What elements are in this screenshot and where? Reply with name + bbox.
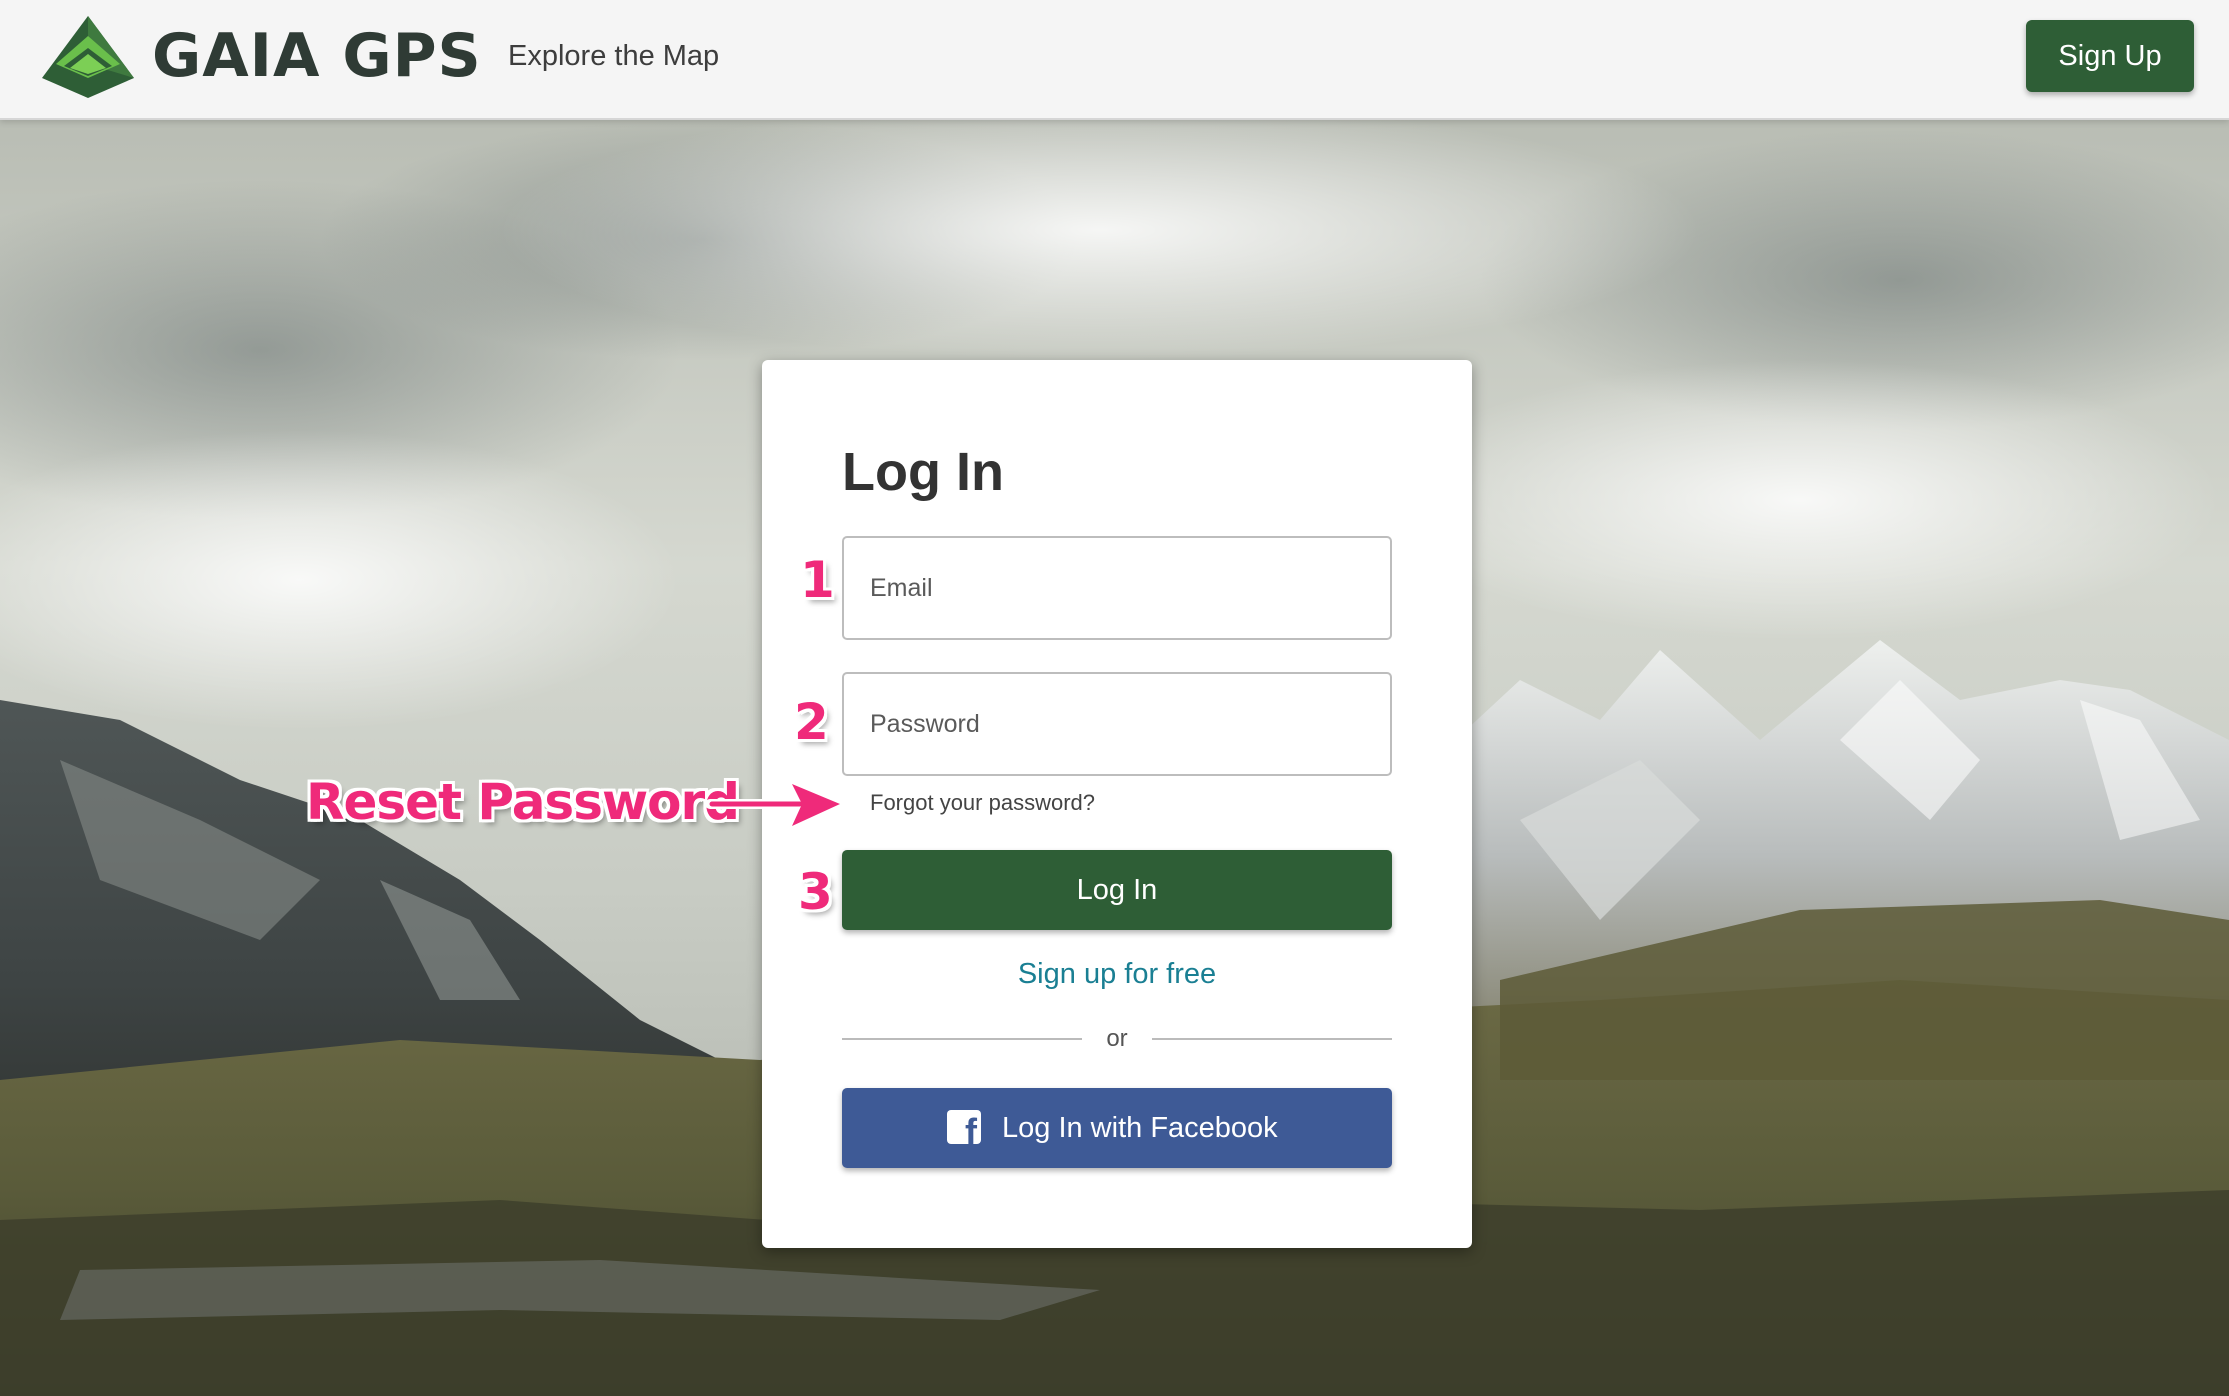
- login-title: Log In: [842, 442, 1004, 502]
- step-3-annotation: 3: [798, 863, 833, 921]
- header-signup-button[interactable]: Sign Up: [2026, 20, 2194, 92]
- top-navbar: GAIA GPS Explore the Map Sign Up: [0, 0, 2229, 120]
- email-field[interactable]: [842, 536, 1392, 640]
- reset-password-callout: Reset Password: [306, 773, 740, 831]
- password-field[interactable]: [842, 672, 1392, 776]
- gaia-logo-icon[interactable]: [40, 14, 136, 100]
- explore-map-link[interactable]: Explore the Map: [508, 36, 719, 76]
- facebook-login-button[interactable]: f Log In with Facebook: [842, 1088, 1392, 1168]
- step-1-annotation: 1: [800, 551, 835, 609]
- arrow-right-icon: [705, 770, 852, 840]
- facebook-icon: f: [947, 1110, 981, 1150]
- login-button[interactable]: Log In: [842, 850, 1392, 930]
- forgot-password-link[interactable]: Forgot your password?: [870, 788, 1095, 818]
- signup-free-link[interactable]: Sign up for free: [842, 954, 1392, 994]
- divider-left: [842, 1038, 1082, 1040]
- login-card: Log In Forgot your password? Log In Sign…: [762, 360, 1472, 1248]
- divider-right: [1152, 1038, 1392, 1040]
- facebook-login-label: Log In with Facebook: [1002, 1112, 1278, 1144]
- brand-name[interactable]: GAIA GPS: [152, 20, 482, 92]
- step-2-annotation: 2: [794, 693, 829, 751]
- or-separator: or: [1106, 1025, 1128, 1052]
